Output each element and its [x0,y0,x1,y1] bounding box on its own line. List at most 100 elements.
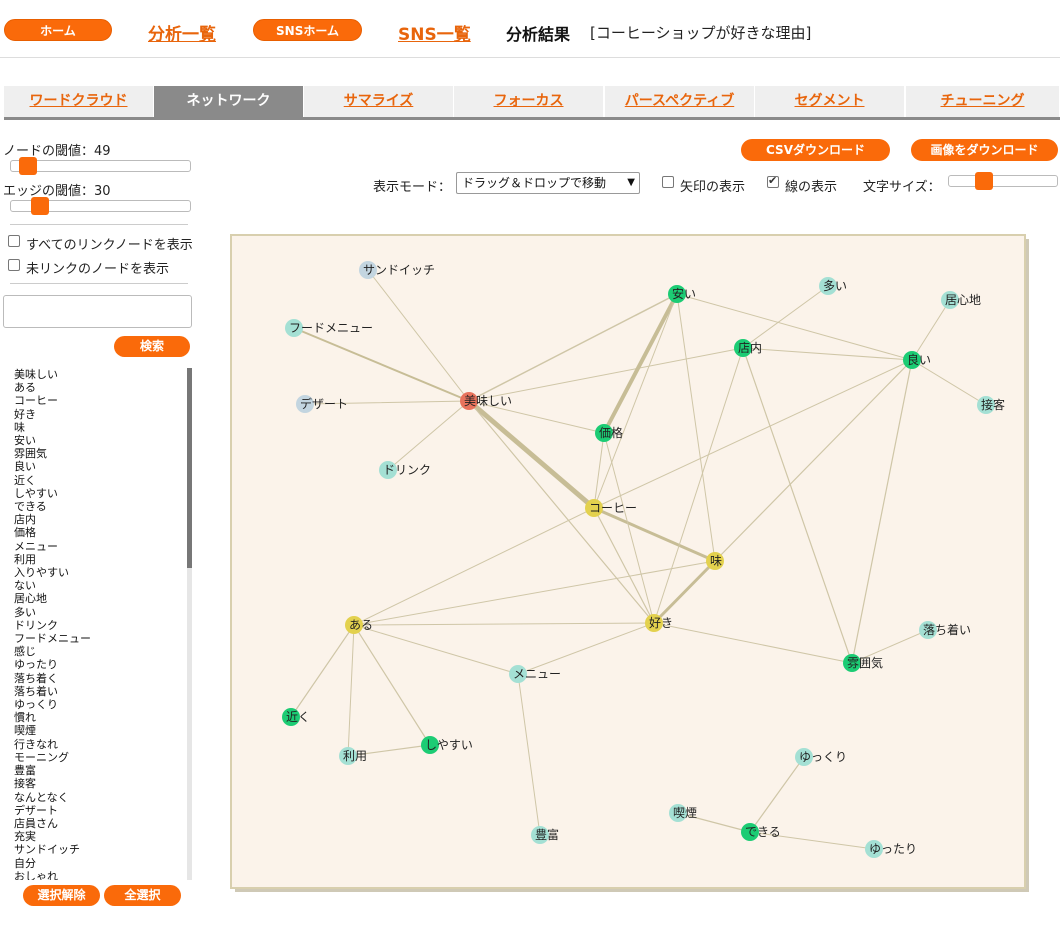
word-list-item[interactable]: コーヒー [3,394,193,407]
word-list-item[interactable]: ある [3,381,193,394]
tab-perspective[interactable]: パースペクティブ [605,86,755,117]
node-houfu[interactable]: 豊富 [531,826,559,844]
analysis-list-link[interactable]: 分析一覧 [148,20,216,45]
tab-wordcloud[interactable]: ワードクラウド [4,86,154,117]
node-threshold-slider[interactable] [10,157,191,175]
edge-threshold-knob[interactable] [31,197,49,215]
word-list-item[interactable]: 雰囲気 [3,447,193,460]
font-size-slider[interactable] [948,172,1058,190]
word-list-item[interactable]: おしゃれ [3,870,193,880]
node-sandwich[interactable]: サンドイッチ [359,261,435,279]
word-list-item[interactable]: 充実 [3,830,193,843]
node-kakaku[interactable]: 価格 [595,424,623,442]
node-yasui[interactable]: 安い [668,285,696,303]
node-sekkyaku[interactable]: 接客 [977,396,1005,414]
word-list-item[interactable]: フードメニュー [3,632,193,645]
node-drink[interactable]: ドリンク [379,461,431,479]
node-yukkuri[interactable]: ゆっくり [795,748,847,766]
word-list-item[interactable]: 喫煙 [3,724,193,737]
word-list-item[interactable]: 好き [3,408,193,421]
word-list-item[interactable]: 店内 [3,513,193,526]
csv-download-button[interactable]: CSVダウンロード [741,139,890,161]
word-list-item[interactable]: 接客 [3,777,193,790]
node-kokochi[interactable]: 居心地 [941,291,981,309]
node-shiyasui[interactable]: しやすい [421,736,473,754]
word-list-item[interactable]: 美味しい [3,368,193,381]
word-list-scrollbar-thumb[interactable] [187,368,192,568]
word-list-item[interactable]: 利用 [3,553,193,566]
word-list-item[interactable]: 多い [3,606,193,619]
deselect-button[interactable]: 選択解除 [23,885,100,906]
word-search-input[interactable] [3,295,192,328]
show-lines-checkbox[interactable] [767,174,779,188]
node-yuttari[interactable]: ゆったり [865,840,917,858]
word-list-item[interactable]: 店員さん [3,817,193,830]
word-list-item[interactable]: しやすい [3,487,193,500]
word-list-item[interactable]: ゆったり [3,658,193,671]
node-threshold-knob[interactable] [19,157,37,175]
tab-network[interactable]: ネットワーク [154,86,304,117]
node-chikaku[interactable]: 近く [282,708,310,726]
word-list-item[interactable]: 良い [3,460,193,473]
show-all-linked-checkbox[interactable] [8,235,20,247]
word-list-item[interactable]: 入りやすい [3,566,193,579]
network-graph[interactable]: 美味しいコーヒー味好き ある 安い価格 店内良い雰囲気近くしやすいできる 多い居心地接客… [201,205,1060,925]
node-ooi[interactable]: 多い [819,277,847,295]
sns-list-link[interactable]: SNS一覧 [398,20,471,45]
node-dekiru[interactable]: できる [741,823,781,841]
word-list-item[interactable]: 慣れ [3,711,193,724]
tab-segment[interactable]: セグメント [755,86,905,117]
word-list-item[interactable]: 感じ [3,645,193,658]
word-list-item[interactable]: できる [3,500,193,513]
tab-focus[interactable]: フォーカス [454,86,604,117]
node-coffee[interactable]: コーヒー [585,499,637,517]
node-suki[interactable]: 好き [645,614,673,632]
node-aru[interactable]: ある [345,616,373,634]
search-button[interactable]: 検索 [114,336,190,357]
tab-tuning[interactable]: チューニング [906,86,1060,117]
display-mode-select[interactable]: ドラッグ＆ドロップで移動 ▼ [456,172,640,194]
node-riyou[interactable]: 利用 [339,747,367,765]
word-list-item[interactable]: 落ち着く [3,672,193,685]
word-list-item[interactable]: デザート [3,804,193,817]
node-menu[interactable]: メニュー [509,665,561,683]
node-dessert[interactable]: デザート [296,395,348,413]
node-yoi[interactable]: 良い [903,351,931,369]
word-list-item[interactable]: 行きなれ [3,738,193,751]
show-unlinked-checkbox[interactable] [8,259,20,271]
word-list-item[interactable]: 価格 [3,526,193,539]
word-list-item[interactable]: ゆっくり [3,698,193,711]
home-button[interactable]: ホーム [4,19,112,41]
word-list-scrollbar[interactable] [187,368,192,880]
node-oishii[interactable]: 美味しい [460,392,512,410]
word-list-item[interactable]: 居心地 [3,592,193,605]
word-list-item[interactable]: ドリンク [3,619,193,632]
node-tennai[interactable]: 店内 [734,339,762,357]
word-list-item[interactable]: 味 [3,421,193,434]
node-ochitsukii[interactable]: 落ち着い [919,621,971,639]
sns-home-button[interactable]: SNSホーム [253,19,362,41]
node-label: 近く [286,710,310,724]
word-list-item[interactable]: ない [3,579,193,592]
select-all-button[interactable]: 全選択 [104,885,181,906]
word-list-item[interactable]: 落ち着い [3,685,193,698]
node-kitsuen[interactable]: 喫煙 [669,804,697,822]
word-list-item[interactable]: メニュー [3,540,193,553]
word-list-item[interactable]: モーニング [3,751,193,764]
word-list-item[interactable]: 近く [3,474,193,487]
show-arrows-checkbox[interactable] [662,176,674,188]
image-download-button[interactable]: 画像をダウンロード [911,139,1058,161]
node-label: 雰囲気 [847,655,883,670]
word-list-item[interactable]: サンドイッチ [3,843,193,856]
word-list[interactable]: 美味しい ある コーヒー 好き味安い 雰囲気 良い 近く しやすい できる 店内 価格 メニュー 利用入… [3,368,193,880]
edge-threshold-slider[interactable] [10,197,191,215]
node-aji[interactable]: 味 [706,552,724,570]
word-list-item[interactable]: 自分 [3,857,193,870]
node-food[interactable]: フードメニュー [285,319,373,337]
word-list-item[interactable]: なんとなく [3,791,193,804]
font-size-knob[interactable] [975,172,993,190]
word-list-item[interactable]: 安い [3,434,193,447]
tab-summarize[interactable]: サマライズ [304,86,454,117]
word-list-item[interactable]: 豊富 [3,764,193,777]
node-fun[interactable]: 雰囲気 [843,654,883,672]
